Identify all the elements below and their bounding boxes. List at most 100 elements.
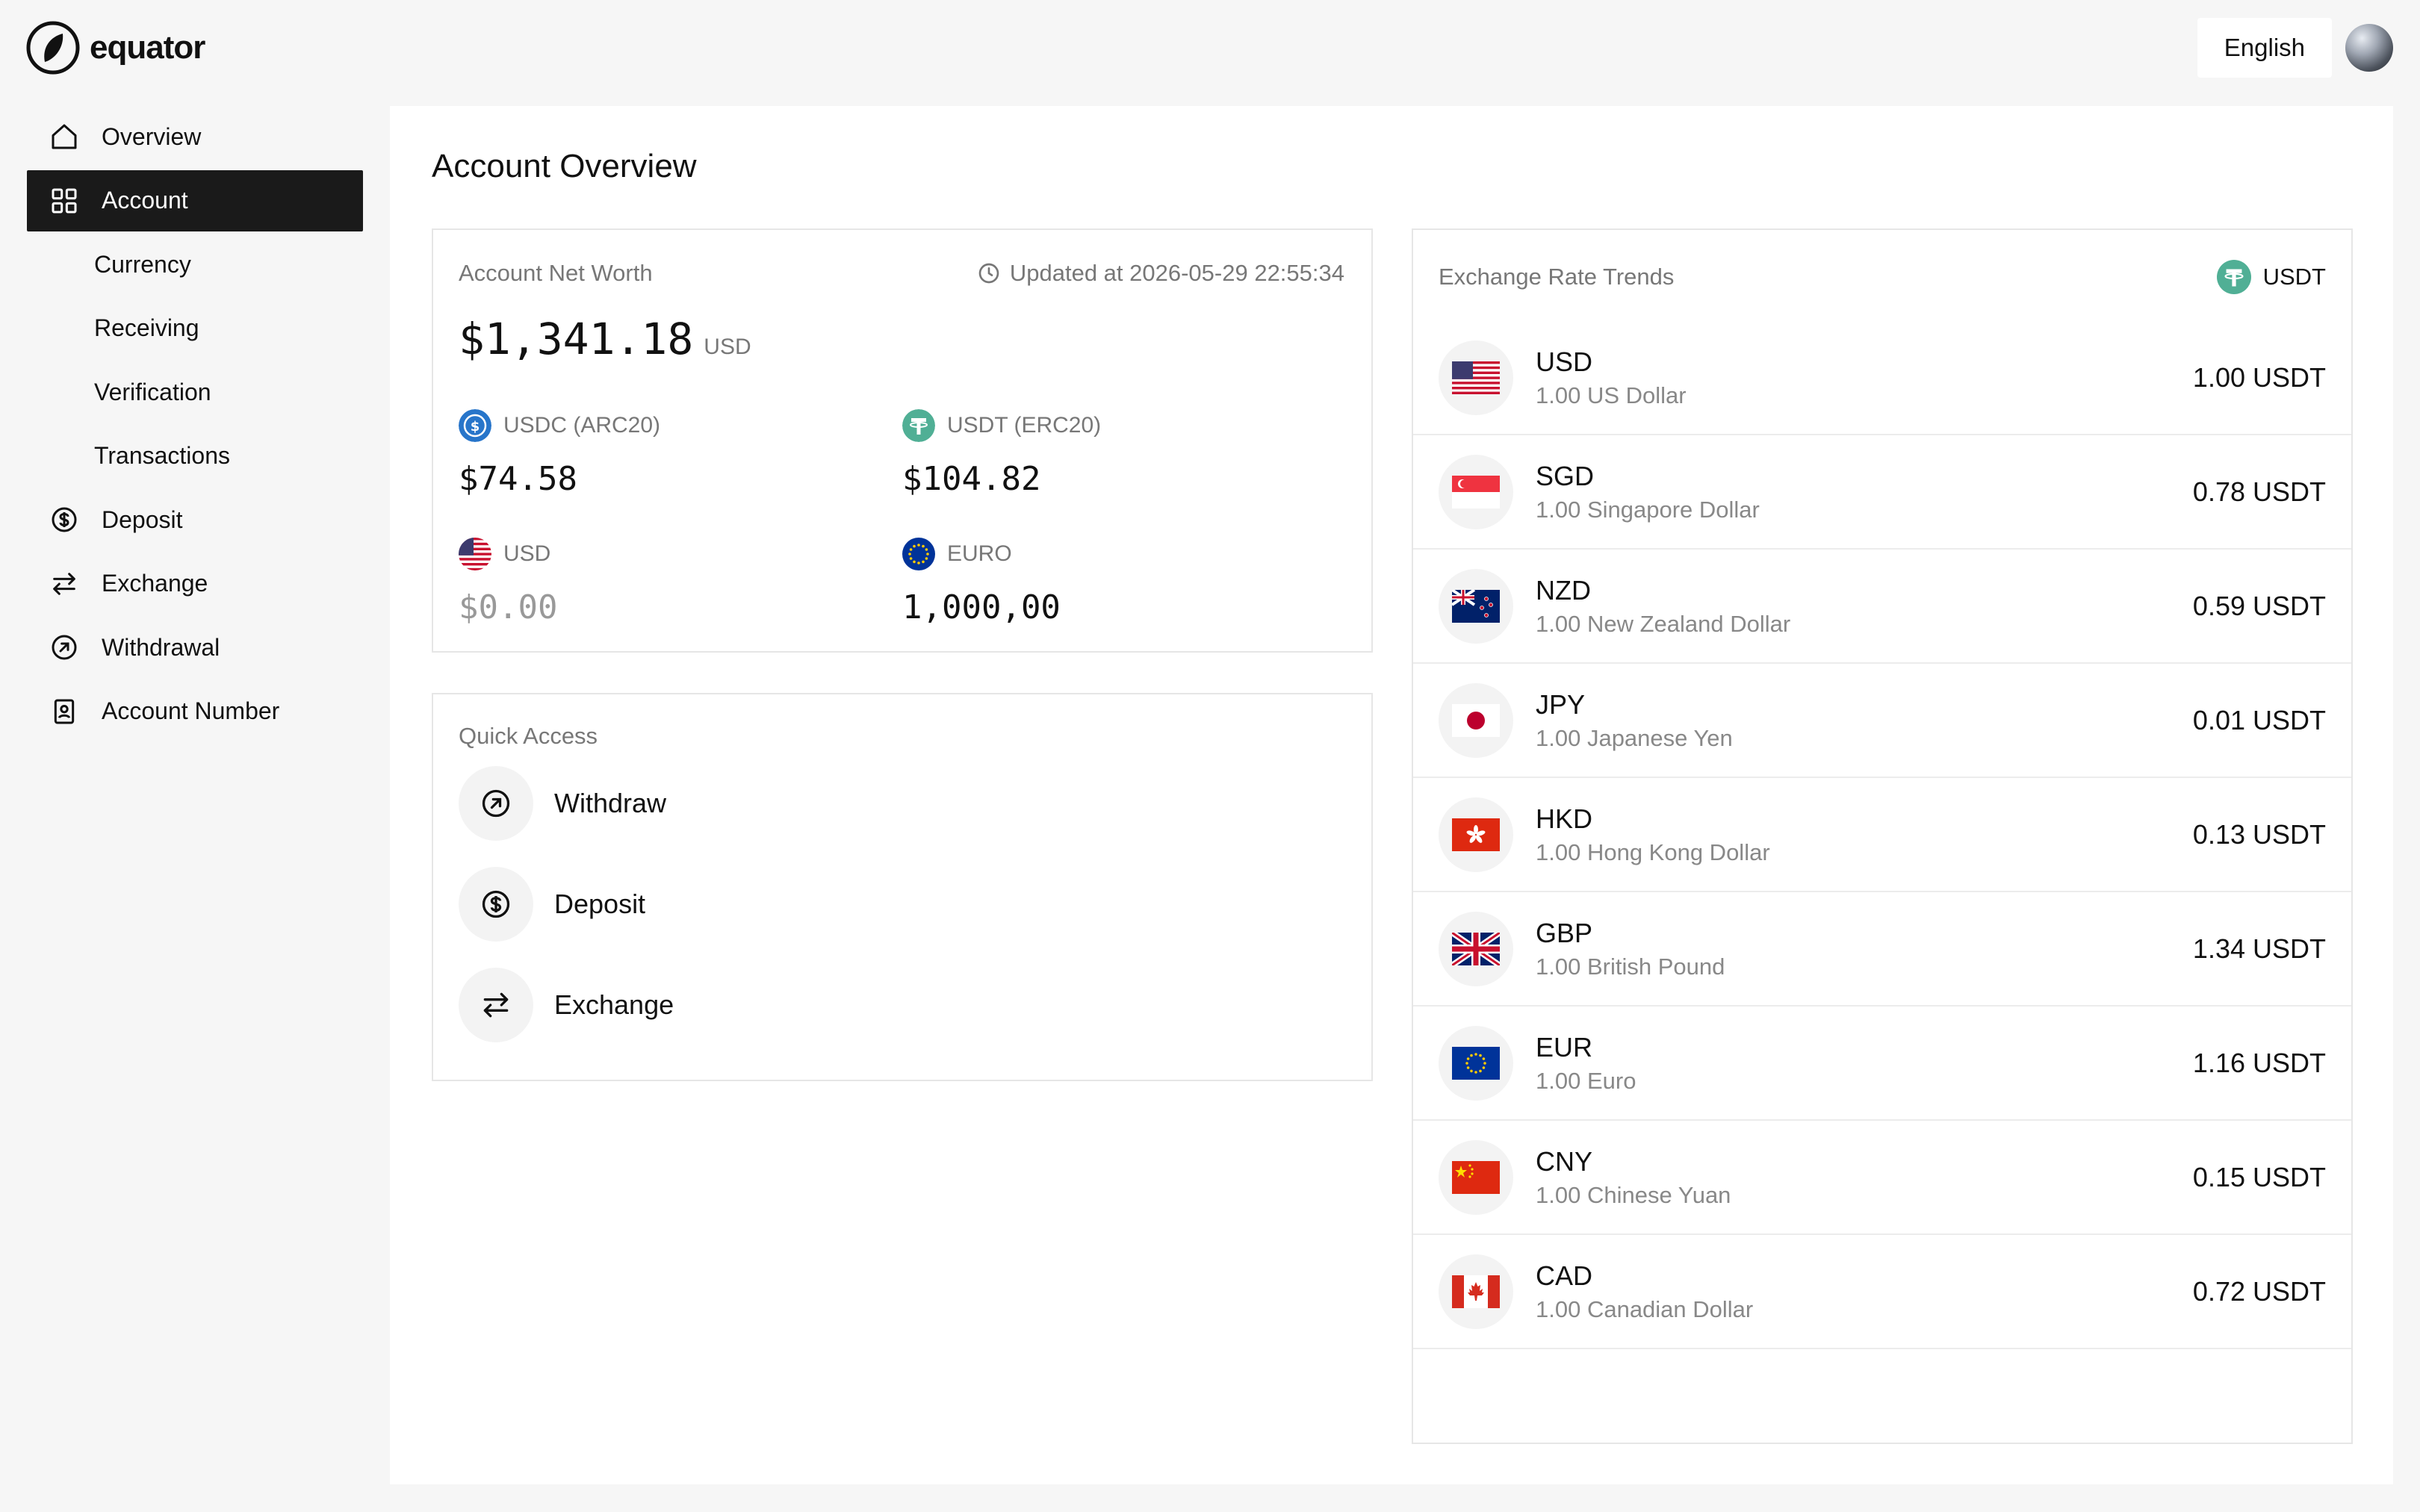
sidebar-item-label: Verification (94, 378, 211, 405)
us-flag-icon (459, 538, 491, 570)
asset-usd: USD $0.00 (459, 538, 877, 626)
user-avatar[interactable] (2345, 24, 2393, 72)
rate-name: 1.00 Hong Kong Dollar (1536, 839, 1770, 865)
updated-text: Updated at 2026-05-29 22:55:34 (1009, 260, 1344, 286)
net-worth-amount: $1,341.18 (459, 314, 694, 364)
gb-flag-icon (1439, 911, 1513, 986)
asset-value: 1,000,00 (902, 588, 1061, 626)
rate-list: USD 1.00 US Dollar 1.00 USDT SGD 1.00 Si… (1413, 321, 2351, 1349)
ca-flag-icon (1439, 1254, 1513, 1329)
sidebar-item-label: Receiving (94, 314, 199, 341)
sidebar-item-overview[interactable]: Overview (27, 106, 363, 167)
rate-row-usd[interactable]: USD 1.00 US Dollar 1.00 USDT (1413, 321, 2351, 435)
rate-value: 0.78 USDT (2192, 476, 2326, 507)
sidebar-item-label: Deposit (102, 505, 183, 533)
svg-text:$: $ (471, 419, 480, 435)
rate-code: SGD (1536, 460, 1595, 491)
rate-value: 0.15 USDT (2192, 1161, 2326, 1192)
rate-row-gbp[interactable]: GBP 1.00 British Pound 1.34 USDT (1413, 892, 2351, 1007)
updated-timestamp: Updated at 2026-05-29 22:55:34 (977, 260, 1344, 287)
rate-row-cad[interactable]: CAD 1.00 Canadian Dollar 0.72 USDT (1413, 1235, 2351, 1349)
grid-icon (48, 184, 81, 217)
rate-row-nzd[interactable]: NZD 1.00 New Zealand Dollar 0.59 USDT (1413, 550, 2351, 664)
arrow-up-right-circle-icon (459, 766, 533, 841)
asset-value: $74.58 (459, 460, 577, 498)
quick-access-card: Quick Access Withdraw Deposit Exchange (432, 693, 1373, 1081)
asset-euro: EURO 1,000,00 (902, 538, 1321, 626)
app-logo[interactable]: equator (25, 18, 205, 78)
hk-flag-icon (1439, 797, 1513, 872)
quick-deposit-button[interactable]: Deposit (459, 867, 645, 942)
asset-usdt: USDT (ERC20) $104.82 (902, 409, 1321, 498)
eu-flag-icon (902, 538, 935, 570)
rate-code: EUR (1536, 1031, 1593, 1063)
sidebar-item-label: Transactions (94, 442, 230, 469)
rate-code: CNY (1536, 1145, 1593, 1177)
rate-row-sgd[interactable]: SGD 1.00 Singapore Dollar 0.78 USDT (1413, 435, 2351, 550)
rate-row-cny[interactable]: CNY 1.00 Chinese Yuan 0.15 USDT (1413, 1121, 2351, 1235)
language-selector[interactable]: English (2197, 18, 2332, 78)
sidebar-item-deposit[interactable]: Deposit (27, 489, 363, 550)
asset-value: $0.00 (459, 588, 558, 626)
asset-name: USDC (ARC20) (503, 413, 661, 438)
net-worth-currency: USD (704, 335, 751, 359)
rate-row-jpy[interactable]: JPY 1.00 Japanese Yen 0.01 USDT (1413, 664, 2351, 778)
rate-row-eur[interactable]: EUR 1.00 Euro 1.16 USDT (1413, 1007, 2351, 1121)
swap-icon (459, 968, 533, 1042)
asset-name: USDT (ERC20) (947, 413, 1102, 438)
base-currency-label: USDT (2262, 264, 2326, 290)
eu-flag-icon (1439, 1025, 1513, 1101)
sidebar-item-account[interactable]: Account (27, 169, 363, 231)
quick-exchange-button[interactable]: Exchange (459, 968, 674, 1042)
sg-flag-icon (1439, 454, 1513, 529)
arrow-up-right-circle-icon (48, 631, 81, 664)
sidebar-item-verification[interactable]: Verification (27, 361, 363, 423)
app-name: equator (90, 29, 205, 66)
sidebar-item-label: Account Number (102, 697, 280, 724)
swap-icon (48, 567, 81, 600)
rate-code: GBP (1536, 917, 1593, 948)
sidebar-item-label: Currency (94, 250, 191, 278)
sidebar-item-label: Account (102, 187, 188, 214)
exchange-rates-label: Exchange Rate Trends (1439, 264, 1675, 290)
quick-access-label: Quick Access (459, 723, 598, 749)
id-badge-icon (48, 695, 81, 728)
sidebar-item-transactions[interactable]: Transactions (27, 426, 363, 487)
usdt-icon (902, 409, 935, 442)
base-currency-selector[interactable]: USDT (2216, 260, 2326, 294)
sidebar-item-receiving[interactable]: Receiving (27, 298, 363, 359)
sidebar-item-account-number[interactable]: Account Number (27, 681, 363, 742)
nz-flag-icon (1439, 568, 1513, 644)
rate-code: NZD (1536, 574, 1591, 606)
rate-code: HKD (1536, 803, 1593, 834)
rate-name: 1.00 US Dollar (1536, 382, 1687, 408)
rate-value: 1.16 USDT (2192, 1047, 2326, 1078)
sidebar-item-withdrawal[interactable]: Withdrawal (27, 617, 363, 678)
sidebar-item-exchange[interactable]: Exchange (27, 553, 363, 615)
asset-value: $104.82 (902, 460, 1041, 498)
main-content: Account Overview Account Net Worth Updat… (390, 106, 2393, 1484)
quick-withdraw-button[interactable]: Withdraw (459, 766, 666, 841)
quick-item-label: Deposit (554, 889, 646, 919)
sidebar-item-label: Overview (102, 122, 202, 150)
dollar-circle-icon (459, 867, 533, 942)
jp-flag-icon (1439, 682, 1513, 758)
asset-name: USD (503, 541, 551, 566)
asset-name: EURO (947, 541, 1012, 566)
dollar-circle-icon (48, 503, 81, 536)
rate-name: 1.00 New Zealand Dollar (1536, 610, 1791, 637)
cn-flag-icon (1439, 1139, 1513, 1215)
rate-row-hkd[interactable]: HKD 1.00 Hong Kong Dollar 0.13 USDT (1413, 778, 2351, 892)
usdt-icon (2216, 260, 2251, 294)
rate-name: 1.00 British Pound (1536, 953, 1725, 980)
rate-value: 1.00 USDT (2192, 361, 2326, 393)
equator-logo-icon (26, 21, 80, 75)
sidebar-item-currency[interactable]: Currency (27, 234, 363, 295)
sidebar-nav: Overview Account Currency Receiving Veri… (27, 106, 363, 744)
rate-value: 0.13 USDT (2192, 818, 2326, 850)
net-worth-total: $1,341.18 USD (459, 314, 751, 364)
quick-item-label: Exchange (554, 989, 674, 1020)
exchange-rates-card: Exchange Rate Trends USDT USD 1.00 US Do… (1412, 228, 2353, 1444)
rate-value: 0.72 USDT (2192, 1275, 2326, 1307)
page-title: Account Overview (432, 148, 697, 184)
